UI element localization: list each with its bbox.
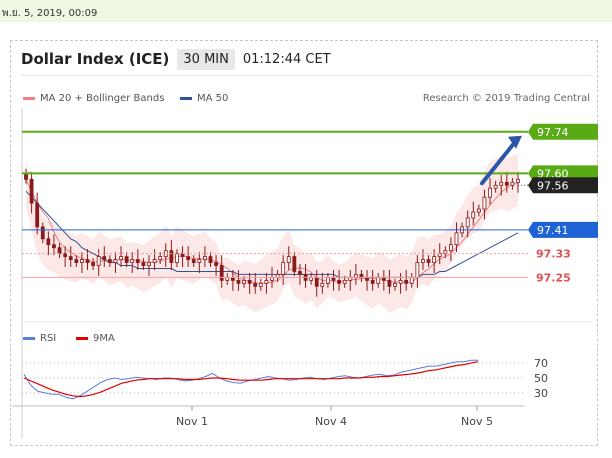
candle-body (476, 208, 481, 213)
candle-body (326, 277, 330, 284)
candle-body (264, 279, 269, 284)
rsi-tick-30: 30 (534, 387, 548, 400)
candle-body (504, 181, 509, 186)
level-label-97.41: 97.41 (537, 224, 569, 237)
level-label-97.25: 97.25 (536, 271, 571, 284)
candle-body (214, 262, 218, 266)
candle-body (337, 279, 341, 284)
candle-body (465, 217, 470, 228)
candle-body (258, 282, 263, 287)
candle-body (314, 277, 319, 287)
candle-body (113, 259, 118, 263)
candle-body (398, 279, 403, 284)
candle-body (80, 259, 84, 263)
level-label-97.74: 97.74 (537, 126, 569, 139)
candle-body (449, 244, 453, 252)
candle-body (107, 259, 112, 263)
candle-body (57, 247, 62, 255)
candle-body (454, 232, 459, 246)
candle-body (124, 256, 129, 263)
x-tick-label: Nov 5 (461, 415, 493, 428)
candle-body (119, 256, 123, 260)
candle-body (409, 277, 414, 284)
candle-body (208, 256, 213, 263)
candle-body (46, 238, 51, 246)
price-chart[interactable]: 97.7497.6097.5697.4197.3397.25705030Nov … (0, 0, 612, 458)
candle-body (74, 259, 79, 263)
candle-body (52, 244, 56, 249)
candle-body (426, 259, 431, 263)
candle-body (175, 253, 179, 263)
x-tick-label: Nov 4 (315, 415, 347, 428)
candle-body (493, 184, 498, 189)
candle-body (68, 256, 73, 260)
candle-body (482, 196, 487, 210)
candle-body (298, 271, 302, 275)
candle-body (281, 262, 286, 275)
x-tick-label: Nov 1 (176, 415, 208, 428)
candle-body (186, 256, 191, 260)
candle-body (91, 262, 95, 266)
candle-body (96, 256, 101, 266)
candle-body (510, 181, 515, 186)
candle-body (370, 279, 375, 284)
candle-body (432, 256, 437, 263)
candle-body (247, 279, 252, 284)
candle-body (203, 256, 207, 260)
candle-body (242, 279, 246, 284)
bollinger-band (26, 153, 518, 313)
candle-body (387, 279, 392, 287)
candle-body (158, 256, 163, 260)
candle-body (236, 279, 241, 284)
candle-body (102, 256, 107, 260)
rsi-tick-50: 50 (534, 372, 548, 385)
candle-body (421, 259, 425, 263)
candle-body (286, 256, 291, 263)
candle-body (197, 259, 202, 263)
candle-body (35, 202, 40, 228)
candle-body (253, 282, 258, 287)
rsi-ma-line (23, 361, 479, 398)
candle-body (376, 277, 381, 284)
candle-body (320, 282, 325, 287)
level-label-97.56: 97.56 (537, 179, 569, 192)
candle-body (191, 259, 196, 263)
candle-body (141, 262, 146, 266)
candle-body (292, 256, 297, 272)
candle-body (147, 262, 151, 266)
candle-body (135, 259, 140, 263)
candle-body (29, 178, 34, 204)
candle-body (169, 250, 174, 263)
candle-body (219, 265, 224, 281)
candle-body (488, 187, 492, 198)
candle-body (393, 282, 397, 287)
candle-body (415, 262, 420, 278)
rsi-tick-70: 70 (534, 357, 548, 370)
candle-body (499, 181, 504, 186)
candle-body (404, 279, 409, 284)
level-label-97.33: 97.33 (536, 248, 571, 261)
candle-body (40, 226, 45, 240)
candle-body (152, 259, 157, 263)
candle-body (130, 259, 135, 263)
candle-body (471, 211, 476, 219)
candle-body (342, 279, 347, 284)
candle-body (516, 178, 520, 183)
candle-body (85, 259, 90, 263)
